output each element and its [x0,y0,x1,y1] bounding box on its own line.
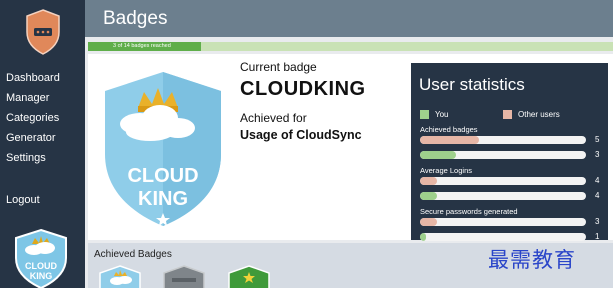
cloudking-badge-icon: CLOUD KING [98,65,228,234]
stat-label-achieved-badges: Achieved badges [420,125,478,134]
stat-bar-achieved-others [420,136,586,144]
legend-you-label: You [435,110,449,119]
current-badge-caption: Current badge [240,60,317,74]
badge-progress-bar: 3 of 14 badges reached [88,42,613,51]
badge-progress-text: 3 of 14 badges reached [113,43,171,49]
sidebar-badge-text-top: CLOUD [25,261,57,271]
sidebar-current-badge-icon: CLOUD KING [15,228,67,288]
sidebar-item-categories[interactable]: Categories [6,108,60,128]
legend-you: You [420,110,449,119]
achieved-badge-grey-icon[interactable] [162,264,206,288]
sidebar-item-manager[interactable]: Manager [6,88,60,108]
stat-bar-passwords-others [420,218,586,226]
stat-label-secure-passwords: Secure passwords generated [420,207,518,216]
stat-bar-passwords-you [420,233,586,241]
stat-bar-fill [420,218,437,226]
stat-bar-fill [420,151,456,159]
current-badge-name: CLOUDKING [240,78,366,100]
stat-value-passwords-others: 3 [595,217,600,226]
legend-you-swatch [420,110,429,119]
achieved-badge-cloud-icon[interactable] [98,264,142,288]
stat-bar-achieved-you [420,151,586,159]
stat-bar-logins-you [420,192,586,200]
legend-others-swatch [503,110,512,119]
stat-value-passwords-you: 1 [595,232,600,241]
stat-value-achieved-others: 5 [595,135,600,144]
stat-bar-fill [420,136,480,144]
achieved-badge-green-icon[interactable] [227,264,271,288]
current-badge-panel: CLOUD KING Current badge CLOUDKING Achie… [88,54,613,241]
sidebar-item-dashboard[interactable]: Dashboard [6,68,60,88]
stats-title: User statistics [419,75,525,94]
stat-bar-fill [420,192,437,200]
logout-link[interactable]: Logout [6,194,40,206]
badge-text-bottom: KING [138,188,188,210]
stat-value-logins-others: 4 [595,176,600,185]
legend-others-label: Other users [518,110,560,119]
sidebar: Dashboard Manager Categories Generator S… [0,0,85,288]
stat-bar-fill [420,233,426,241]
user-statistics-panel: User statistics You Other users Achieved… [411,63,608,241]
sidebar-item-generator[interactable]: Generator [6,128,60,148]
watermark-text: 最需教育 [488,248,576,272]
page-title: Badges [103,8,168,29]
stat-value-achieved-you: 3 [595,150,600,159]
stat-label-average-logins: Average Logins [420,166,472,175]
sidebar-badge-text-bottom: KING [30,271,53,281]
badge-text-top: CLOUD [127,165,198,187]
stat-value-logins-you: 4 [595,191,600,200]
stat-bar-fill [420,177,437,185]
sidebar-item-settings[interactable]: Settings [6,148,60,168]
achieved-badges-title: Achieved Badges [94,249,172,260]
page-header: Badges [85,0,613,37]
legend-others: Other users [503,110,560,119]
achieved-for-value: Usage of CloudSync [240,128,362,142]
shield-logo-icon [26,9,60,55]
stat-bar-logins-others [420,177,586,185]
sidebar-nav: Dashboard Manager Categories Generator S… [6,68,60,168]
achieved-for-label: Achieved for [240,111,307,125]
